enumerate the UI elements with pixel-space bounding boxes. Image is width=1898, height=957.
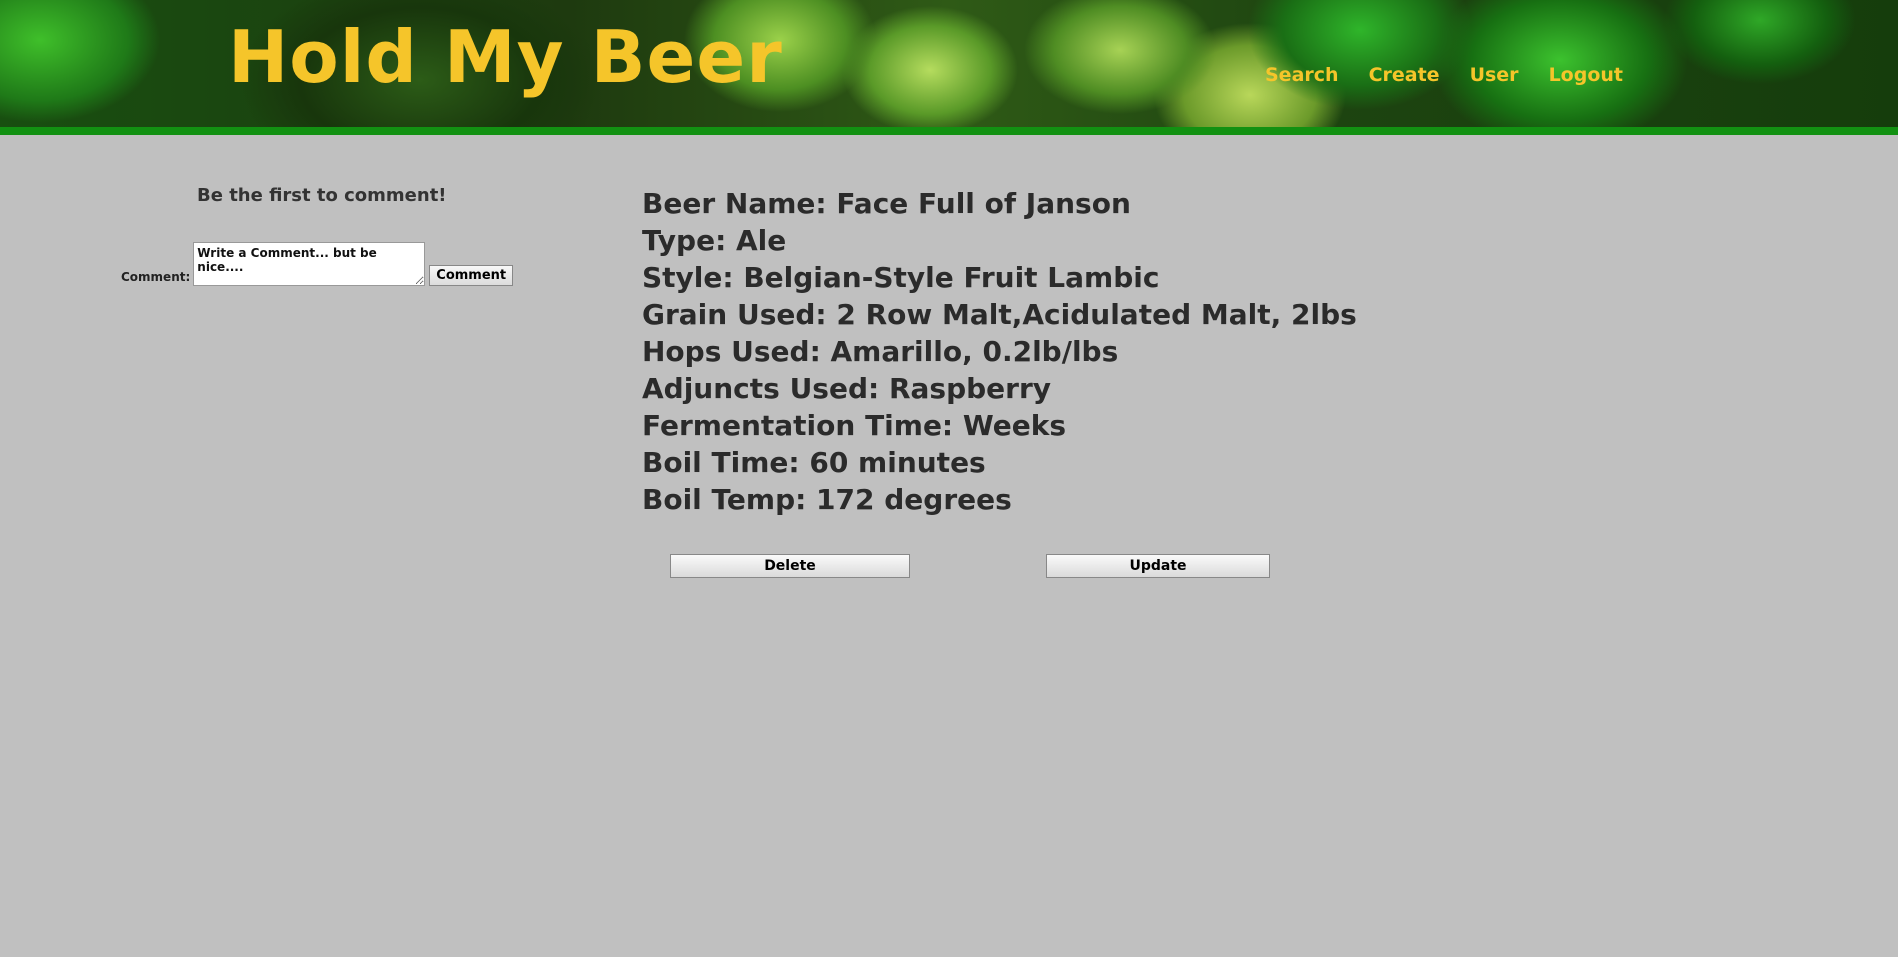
comment-label: Comment: — [121, 270, 191, 284]
update-button[interactable]: Update — [1046, 554, 1270, 578]
comments-heading: Be the first to comment! — [197, 185, 447, 206]
site-title[interactable]: Hold My Beer — [228, 12, 783, 102]
header-banner: Hold My Beer Search Create User Logout — [0, 0, 1898, 128]
comment-submit-button[interactable]: Comment — [429, 265, 514, 286]
beer-type: Type: Ale — [642, 224, 787, 257]
delete-button[interactable]: Delete — [670, 554, 910, 578]
comment-form: Comment: Comment — [121, 242, 514, 286]
header-divider — [0, 127, 1898, 135]
beer-name: Beer Name: Face Full of Janson — [642, 187, 1131, 220]
beer-hops: Hops Used: Amarillo, 0.2lb/lbs — [642, 335, 1119, 368]
main-nav: Search Create User Logout — [1265, 64, 1623, 86]
beer-grain: Grain Used: 2 Row Malt,Acidulated Malt, … — [642, 298, 1357, 331]
nav-logout-link[interactable]: Logout — [1549, 64, 1623, 86]
beer-fermentation-time: Fermentation Time: Weeks — [642, 409, 1067, 442]
beer-boil-temp: Boil Temp: 172 degrees — [642, 483, 1012, 516]
nav-search-link[interactable]: Search — [1265, 64, 1339, 86]
comment-input[interactable] — [193, 242, 426, 286]
beer-boil-time: Boil Time: 60 minutes — [642, 446, 986, 479]
beer-adjuncts: Adjuncts Used: Raspberry — [642, 372, 1052, 405]
beer-style: Style: Belgian-Style Fruit Lambic — [642, 261, 1160, 294]
nav-create-link[interactable]: Create — [1369, 64, 1440, 86]
nav-user-link[interactable]: User — [1470, 64, 1519, 86]
beer-details: Beer Name: Face Full of Janson Type: Ale… — [642, 185, 1357, 518]
